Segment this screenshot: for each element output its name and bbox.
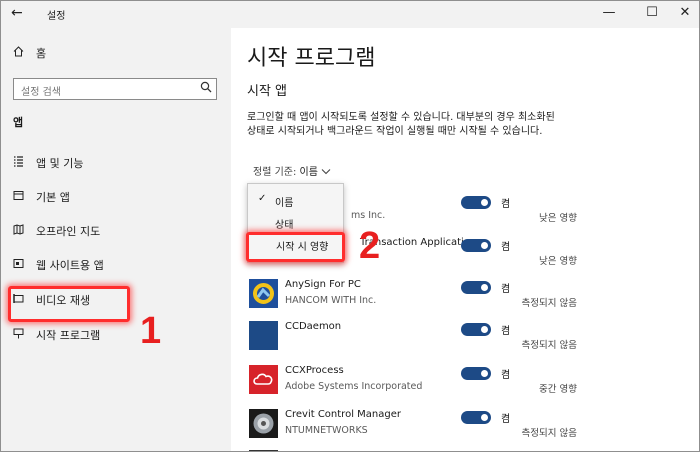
sidebar-item-label: 시작 프로그램 <box>36 329 101 342</box>
app-publisher: HANCOM WITH Inc. <box>285 295 377 306</box>
sort-dropdown[interactable]: 정렬 기준: 이름 <box>253 163 331 178</box>
menu-item-label: 이름 <box>275 198 294 209</box>
toggle-state: 켬 <box>501 242 511 253</box>
startup-toggle[interactable] <box>461 196 491 209</box>
crevit-app-icon <box>249 409 278 438</box>
description-text: 로그인할 때 앱이 시작되도록 설정할 수 있습니다. 대부분의 경우 최소화된… <box>247 112 555 137</box>
startup-icon <box>11 328 25 342</box>
search-icon[interactable] <box>200 81 212 96</box>
app-name: CCDaemon <box>285 321 342 332</box>
step-number-1: 1 <box>140 310 162 352</box>
toggle-state: 켬 <box>501 326 511 337</box>
minimize-icon[interactable]: — <box>599 5 619 20</box>
sort-label: 정렬 기준: <box>253 167 297 178</box>
highlight-box-startup <box>8 286 130 322</box>
sidebar-item-label: 웹 사이트용 앱 <box>36 259 104 272</box>
step-number-2: 2 <box>359 225 381 267</box>
websites-apps-icon <box>11 258 25 272</box>
title-bar: ← 설정 — ☐ ✕ <box>1 1 699 28</box>
home-icon <box>11 46 25 60</box>
toggle-state: 켬 <box>501 414 511 425</box>
offline-maps-icon <box>11 224 25 238</box>
sidebar-item-default-apps[interactable]: 기본 앱 <box>11 188 70 206</box>
checkmark-icon: ✓ <box>258 193 267 204</box>
back-arrow-icon[interactable]: ← <box>11 5 23 21</box>
anysign-app-icon <box>249 279 278 308</box>
app-publisher: NTUMNETWORKS <box>285 425 368 436</box>
startup-toggle[interactable] <box>461 367 491 380</box>
app-name: CCXProcess <box>285 365 344 376</box>
creative-cloud-app-icon <box>249 365 278 394</box>
startup-impact: 낮은 영향 <box>539 213 577 224</box>
sidebar: 홈 설정 검색 앱 앱 및 기능 기본 앱 오프라인 지도 웹 사이트용 앱 비… <box>1 28 231 451</box>
startup-toggle[interactable] <box>461 281 491 294</box>
section-title: 시작 앱 <box>247 84 288 99</box>
startup-app-row: CCDaemon 켬 측정되지 않음 <box>247 321 577 363</box>
sort-value: 이름 <box>299 167 318 178</box>
startup-impact: 측정되지 않음 <box>521 428 577 439</box>
ccdaemon-app-icon <box>249 321 278 350</box>
sidebar-item-label: 오프라인 지도 <box>36 225 101 238</box>
chevron-down-icon <box>321 167 331 178</box>
sidebar-item-offline-maps[interactable]: 오프라인 지도 <box>11 222 100 240</box>
startup-toggle[interactable] <box>461 239 491 252</box>
startup-app-row: Crevit Control Manager NTUMNETWORKS 켬 측정… <box>247 409 577 451</box>
toggle-state: 켬 <box>501 284 511 295</box>
app-name: AnySign For PC <box>285 279 361 290</box>
startup-impact: 측정되지 않음 <box>521 298 577 309</box>
sidebar-item-startup[interactable]: 시작 프로그램 <box>11 326 100 344</box>
startup-app-row: AnySign For PC HANCOM WITH Inc. 켬 측정되지 않… <box>247 279 577 321</box>
sidebar-item-apps-features[interactable]: 앱 및 기능 <box>11 154 83 172</box>
startup-impact: 중간 영향 <box>539 384 577 395</box>
app-name: Crevit Control Manager <box>285 409 401 420</box>
maximize-icon[interactable]: ☐ <box>642 5 662 20</box>
search-placeholder: 설정 검색 <box>21 87 61 98</box>
app-publisher: Adobe Systems Incorporated <box>285 381 423 392</box>
toggle-state: 켬 <box>501 199 511 210</box>
menu-item-label: 상태 <box>275 220 294 231</box>
startup-toggle[interactable] <box>461 323 491 336</box>
sidebar-item-websites-apps[interactable]: 웹 사이트용 앱 <box>11 256 104 274</box>
sidebar-item-label: 앱 및 기능 <box>36 157 84 170</box>
sort-option-status[interactable]: 상태 <box>248 212 343 232</box>
startup-impact: 낮은 영향 <box>539 256 577 267</box>
page-title: 시작 프로그램 <box>247 46 376 71</box>
highlight-box-impact <box>246 232 345 262</box>
sort-option-name[interactable]: ✓ 이름 <box>248 190 343 210</box>
startup-app-row: CCXProcess Adobe Systems Incorporated 켬 … <box>247 365 577 407</box>
sidebar-item-label: 기본 앱 <box>36 191 70 204</box>
startup-toggle[interactable] <box>461 411 491 424</box>
settings-window: ← 설정 — ☐ ✕ 홈 설정 검색 앱 앱 및 기능 기본 앱 오프라인 지도… <box>0 0 700 452</box>
sidebar-item-home[interactable]: 홈 <box>11 44 46 62</box>
section-header: 앱 <box>13 116 24 129</box>
sidebar-item-label: 홈 <box>36 47 47 60</box>
apps-list-icon <box>11 156 25 170</box>
default-apps-icon <box>11 190 25 204</box>
app-publisher: ms Inc. <box>351 210 386 221</box>
window-title: 설정 <box>47 11 66 22</box>
toggle-state: 켬 <box>501 370 511 381</box>
close-icon[interactable]: ✕ <box>675 5 695 20</box>
startup-impact: 측정되지 않음 <box>521 340 577 351</box>
search-input[interactable]: 설정 검색 <box>13 78 217 100</box>
